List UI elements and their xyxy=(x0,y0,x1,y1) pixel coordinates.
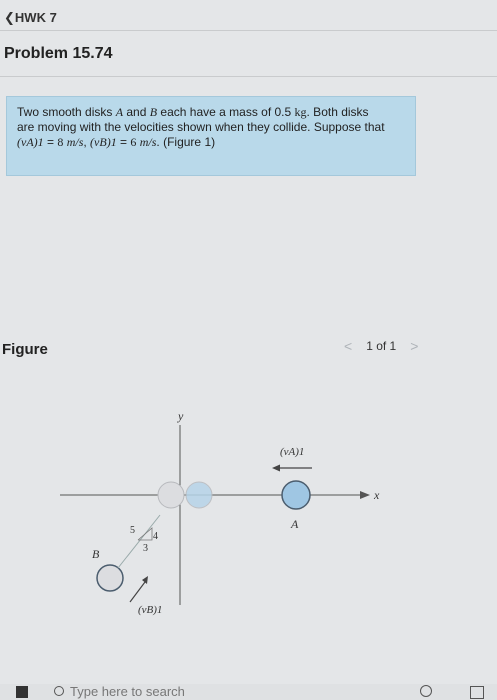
cortana-icon[interactable] xyxy=(420,685,432,697)
x-axis-arrowhead xyxy=(360,491,370,499)
mass-unit: kg xyxy=(294,105,307,119)
va-value: 8 xyxy=(57,135,64,149)
figure-link[interactable]: (Figure 1) xyxy=(163,135,215,149)
divider xyxy=(0,30,497,31)
next-figure-button[interactable]: > xyxy=(410,338,418,354)
slope-y: 3 xyxy=(143,543,148,554)
slope-hypotenuse: 5 xyxy=(130,525,135,536)
vb-label: (vB)1 xyxy=(138,604,162,616)
disk-b xyxy=(96,564,124,592)
task-view-icon[interactable] xyxy=(470,686,484,699)
page-title: Problem 15.74 xyxy=(4,45,113,62)
collision-position-disk-b xyxy=(157,481,185,509)
back-link-label: HWK 7 xyxy=(14,10,57,25)
disk-a-symbol: A xyxy=(115,105,124,119)
problem-text: Two smooth disks xyxy=(17,105,116,119)
va-symbol: (vA)1 xyxy=(17,135,44,149)
vb-arrow xyxy=(129,581,146,603)
problem-statement: Two smooth disks A and B each have a mas… xyxy=(6,96,416,176)
velocity-unit: m/s xyxy=(139,135,157,149)
disk-a-label: A xyxy=(290,517,299,531)
vb-value: 6 xyxy=(130,135,137,149)
disk-b-label: B xyxy=(92,547,100,561)
problem-text: and xyxy=(123,105,150,119)
equals-sign: = xyxy=(120,135,128,149)
velocity-unit: m/s xyxy=(66,135,84,149)
prev-figure-button[interactable]: < xyxy=(344,338,352,354)
x-axis-label: x xyxy=(373,488,380,502)
figure-pager: < 1 of 1 > xyxy=(344,338,418,354)
slope-triangle xyxy=(137,527,153,541)
taskbar-search-input[interactable]: Type here to search xyxy=(70,684,185,699)
chevron-left-icon: ❮ xyxy=(4,10,15,25)
windows-icon[interactable] xyxy=(16,686,28,698)
disk-b-symbol: B xyxy=(149,105,158,119)
pager-count: 1 of 1 xyxy=(366,339,397,353)
collision-position-disk-a xyxy=(185,481,213,509)
problem-text: are moving with the velocities shown whe… xyxy=(17,120,385,134)
search-icon[interactable] xyxy=(54,686,64,696)
vb-symbol: (vB)1 xyxy=(90,135,117,149)
figure-heading: Figure xyxy=(2,341,48,358)
disk-a xyxy=(281,480,311,510)
problem-text: each have a mass of 0.5 xyxy=(157,105,295,119)
y-axis-label: y xyxy=(177,409,184,423)
back-link[interactable]: ❮HWK 7 xyxy=(4,10,57,26)
taskbar: Type here to search xyxy=(0,684,497,700)
va-label: (vA)1 xyxy=(280,446,304,458)
va-arrowhead xyxy=(272,464,280,472)
equals-sign: = xyxy=(47,135,55,149)
collision-diagram: x y A (vA)1 B 5 4 3 (vB)1 xyxy=(60,409,380,616)
divider xyxy=(0,76,497,77)
slope-x: 4 xyxy=(153,531,158,542)
problem-text: . Both disks xyxy=(306,105,369,119)
